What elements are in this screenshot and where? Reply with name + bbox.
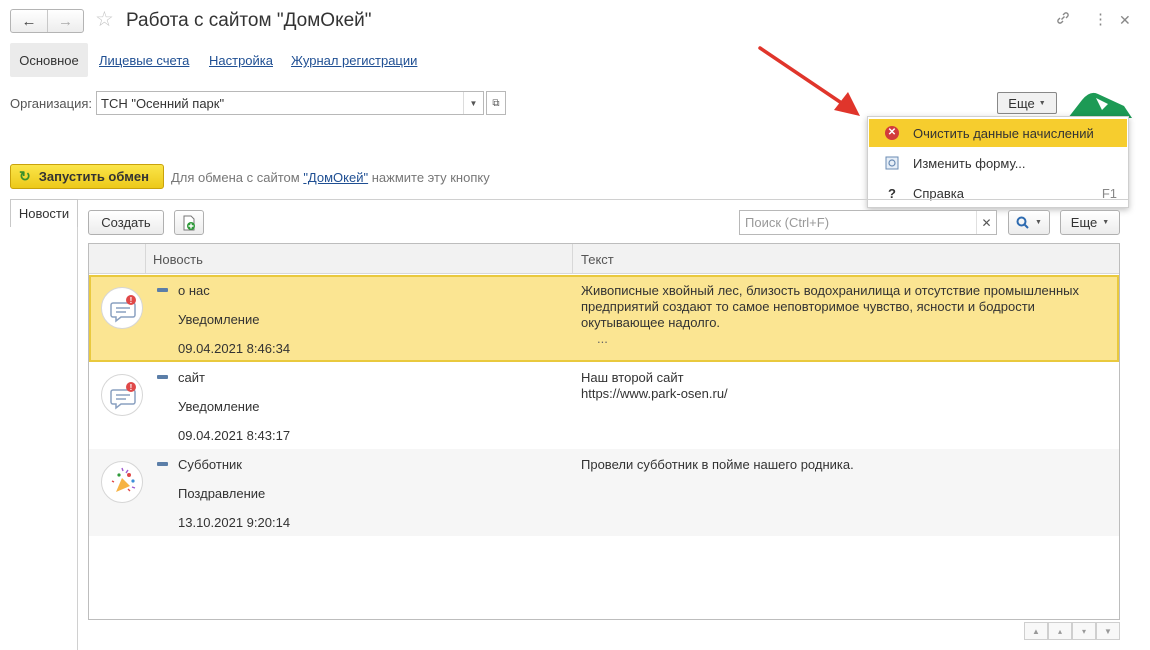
menu-item-clear-charges[interactable]: ✕ Очистить данные начислений	[869, 119, 1127, 147]
column-divider	[145, 244, 146, 274]
news-text: Живописные хвойный лес, близость водохра…	[581, 283, 1079, 330]
more-button-label: Еще	[1008, 95, 1035, 111]
tab-news[interactable]: Новости	[10, 199, 78, 227]
panel-border	[78, 199, 1128, 200]
table-scroll-buttons: ▲ ▴ ▾ ▼	[1024, 622, 1120, 640]
hint-text-end: нажмите эту кнопку	[368, 170, 490, 185]
open-icon[interactable]: ⧉	[486, 91, 506, 115]
refresh-icon: ↻	[19, 168, 31, 184]
clear-search-icon[interactable]: ✕	[976, 211, 996, 234]
organization-value: ТСН "Осенний парк"	[101, 95, 225, 111]
news-date: 09.04.2021 8:46:34	[178, 341, 291, 356]
notification-icon: !	[101, 374, 143, 416]
hint-text: Для обмена с сайтом	[171, 170, 304, 185]
more-button[interactable]: Еще ▼	[997, 92, 1057, 114]
menu-item-help[interactable]: ? Справка F1	[869, 179, 1127, 207]
tab-settings[interactable]: Настройка	[209, 53, 273, 68]
chevron-down-icon: ▼	[1102, 219, 1110, 226]
navigation-buttons: ← →	[10, 9, 84, 33]
run-exchange-button[interactable]: ↻ Запустить обмен	[10, 164, 164, 189]
close-icon[interactable]: ✕	[1119, 10, 1131, 30]
chevron-down-icon: ▼	[1038, 99, 1046, 107]
news-title: сайт	[178, 370, 205, 385]
news-title: Субботник	[178, 457, 242, 472]
menu-item-label: Очистить данные начислений	[913, 125, 1094, 141]
scroll-bottom-icon[interactable]: ▼	[1096, 622, 1120, 640]
scroll-down-icon[interactable]: ▾	[1072, 622, 1096, 640]
create-copy-button[interactable]	[174, 210, 204, 235]
news-type: Уведомление	[178, 312, 260, 327]
collapse-icon[interactable]	[157, 375, 168, 379]
notification-icon: !	[101, 287, 143, 329]
create-button[interactable]: Создать	[88, 210, 164, 235]
annotation-arrow-icon	[758, 46, 860, 116]
forward-arrow-icon[interactable]: →	[47, 10, 83, 32]
site-link[interactable]: "ДомОкей"	[303, 170, 368, 185]
tab-main[interactable]: Основное	[10, 43, 88, 77]
svg-text:!: !	[130, 296, 133, 305]
column-divider	[572, 244, 573, 274]
table-more-button[interactable]: Еще ▼	[1060, 210, 1120, 235]
news-table: Новость Текст ! о нас Уведомление 09.04.…	[88, 243, 1120, 620]
news-type: Уведомление	[178, 399, 260, 414]
column-header-news[interactable]: Новость	[153, 244, 203, 274]
form-settings-icon	[883, 154, 901, 172]
back-arrow-icon[interactable]: ←	[11, 10, 47, 32]
table-row[interactable]: Субботник Поздравление 13.10.2021 9:20:1…	[89, 449, 1119, 536]
chevron-down-icon: ▼	[1035, 219, 1042, 226]
news-text-url: https://www.park-osen.ru/	[581, 386, 728, 401]
link-icon[interactable]	[1055, 10, 1071, 32]
exchange-hint: Для обмена с сайтом "ДомОкей" нажмите эт…	[171, 170, 490, 185]
table-row[interactable]: ! сайт Уведомление 09.04.2021 8:43:17 На…	[89, 362, 1119, 449]
run-exchange-label: Запустить обмен	[38, 169, 149, 184]
news-type: Поздравление	[178, 486, 266, 501]
news-title: о нас	[178, 283, 210, 298]
tab-log[interactable]: Журнал регистрации	[291, 53, 417, 68]
tab-accounts[interactable]: Лицевые счета	[99, 53, 189, 68]
search-input[interactable]: Поиск (Ctrl+F)	[739, 210, 997, 235]
svg-text:!: !	[130, 383, 133, 392]
column-header-text[interactable]: Текст	[581, 244, 614, 274]
search-button[interactable]: ▼	[1008, 210, 1050, 235]
table-more-label: Еще	[1070, 215, 1098, 230]
dropdown-arrow-icon[interactable]: ▼	[463, 92, 483, 114]
search-icon	[1016, 216, 1029, 229]
celebration-icon	[101, 461, 143, 503]
add-document-icon	[183, 215, 195, 230]
clear-icon: ✕	[883, 124, 901, 142]
scroll-up-icon[interactable]: ▴	[1048, 622, 1072, 640]
organization-field[interactable]: ТСН "Осенний парк"	[96, 91, 484, 115]
table-header: Новость Текст	[89, 244, 1119, 274]
logo-icon	[1068, 92, 1132, 118]
menu-item-label: Изменить форму...	[913, 155, 1026, 171]
table-row[interactable]: ! о нас Уведомление 09.04.2021 8:46:34 Ж…	[89, 275, 1119, 362]
more-menu: ✕ Очистить данные начислений Изменить фо…	[867, 116, 1129, 208]
menu-item-change-form[interactable]: Изменить форму...	[869, 149, 1127, 177]
text-ellipsis: ...	[597, 331, 608, 346]
collapse-icon[interactable]	[157, 288, 168, 292]
news-text: Наш второй сайт	[581, 370, 684, 385]
window-title: Работа с сайтом "ДомОкей"	[126, 10, 372, 31]
organization-label: Организация:	[10, 96, 93, 111]
favorite-star-icon[interactable]: ☆	[95, 8, 114, 32]
news-date: 09.04.2021 8:43:17	[178, 428, 291, 443]
news-date: 13.10.2021 9:20:14	[178, 515, 291, 530]
news-text: Провели субботник в пойме нашего родника…	[581, 457, 854, 472]
panel-border-left	[77, 227, 78, 650]
more-vertical-icon[interactable]: ⋮	[1093, 10, 1108, 30]
scroll-top-icon[interactable]: ▲	[1024, 622, 1048, 640]
collapse-icon[interactable]	[157, 462, 168, 466]
